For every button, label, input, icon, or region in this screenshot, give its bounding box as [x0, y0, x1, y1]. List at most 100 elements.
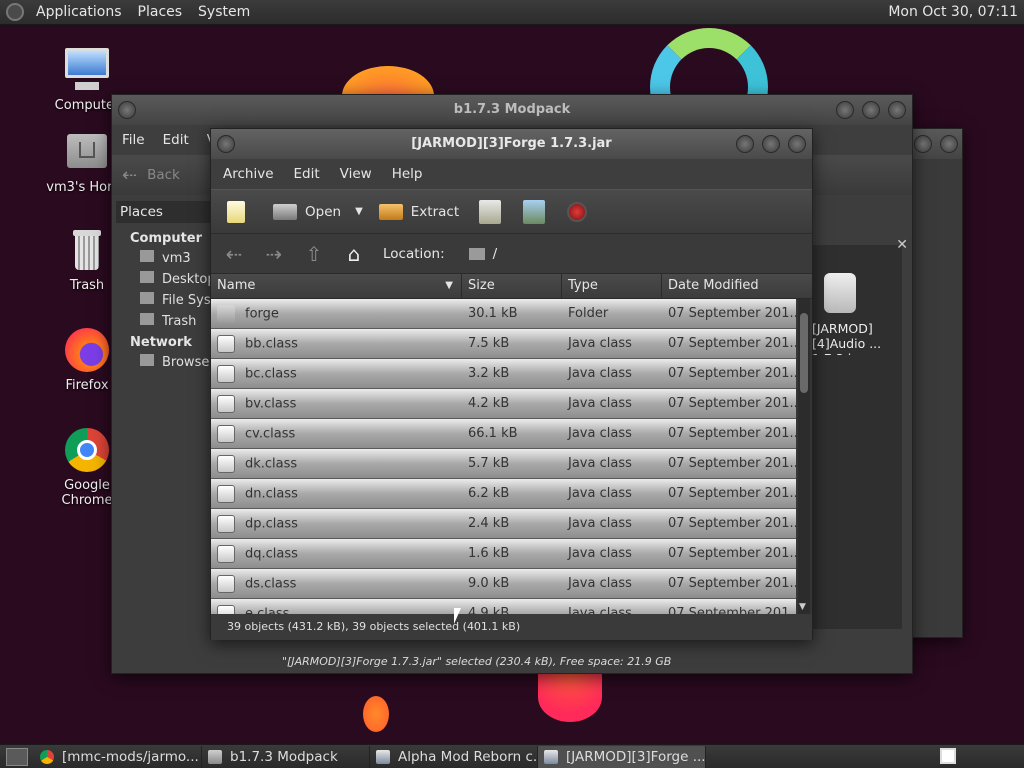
show-desktop-icon[interactable]	[6, 747, 28, 766]
table-row[interactable]: bb.class 7.5 kB Java class 07 September 201…	[211, 329, 796, 359]
java-class-file-icon	[217, 424, 235, 443]
scrollbar-thumb[interactable]	[800, 313, 808, 393]
chrome-icon	[63, 426, 111, 474]
applications-menu[interactable]: Applications	[36, 4, 122, 20]
minimize-icon[interactable]	[736, 135, 754, 153]
cell-name: dn.class	[211, 484, 462, 503]
back-arrow-icon[interactable]: ⇠	[223, 242, 245, 266]
window-menu-icon[interactable]	[118, 101, 136, 119]
jar-file-icon[interactable]	[824, 273, 856, 313]
forward-arrow-icon[interactable]: ⇢	[263, 242, 285, 266]
computer-icon	[63, 46, 111, 94]
table-row[interactable]: dq.class 1.6 kB Java class 07 September 201…	[211, 539, 796, 569]
taskbar-item[interactable]: b1.7.3 Modpack	[202, 745, 370, 768]
clock[interactable]: Mon Oct 30, 07:11	[888, 4, 1018, 20]
menu-help[interactable]: Help	[392, 166, 423, 182]
sidebar-item-trash[interactable]: Trash	[116, 313, 212, 329]
close-pane-icon[interactable]: ✕	[896, 237, 908, 253]
scroll-down-icon[interactable]: ▼	[799, 602, 806, 612]
drive-icon	[140, 292, 154, 304]
cell-date: 07 September 201...	[668, 366, 796, 381]
back-button[interactable]: Back	[147, 167, 180, 183]
system-logo-icon[interactable]	[6, 3, 24, 21]
firefox-icon	[63, 326, 111, 374]
sidebar-item-desktop[interactable]: Desktop	[116, 271, 212, 287]
add-files-button[interactable]	[475, 196, 513, 228]
file-roller-icon	[376, 749, 390, 764]
menu-view[interactable]: View	[340, 166, 372, 182]
file-manager-titlebar[interactable]: b1.7.3 Modpack	[112, 95, 912, 125]
column-type[interactable]: Type	[562, 273, 662, 299]
new-archive-button[interactable]	[223, 196, 257, 228]
chrome-icon	[40, 749, 54, 764]
java-class-file-icon	[217, 544, 235, 563]
close-icon[interactable]	[888, 101, 906, 119]
open-button[interactable]: Open	[269, 196, 345, 228]
vertical-scrollbar[interactable]: ▼	[798, 299, 810, 614]
file-roller-icon	[544, 749, 558, 764]
back-arrow-icon[interactable]: ⇠	[122, 165, 137, 186]
table-row[interactable]: dk.class 5.7 kB Java class 07 September 201…	[211, 449, 796, 479]
up-arrow-icon[interactable]: ⇧	[303, 242, 325, 266]
add-files-icon	[479, 199, 502, 224]
maximize-icon[interactable]	[762, 135, 780, 153]
archive-manager-window[interactable]: [JARMOD][3]Forge 1.7.3.jar Archive Edit …	[210, 128, 813, 640]
sidebar-item-vm3[interactable]: vm3	[116, 250, 212, 266]
table-row[interactable]: dp.class 2.4 kB Java class 07 September 201…	[211, 509, 796, 539]
table-row[interactable]: ds.class 9.0 kB Java class 07 September 201…	[211, 569, 796, 599]
sidebar-item-browse-network[interactable]: Browse Network	[116, 354, 212, 370]
taskbar-item[interactable]: [mmc-mods/jarmo...	[34, 745, 202, 768]
file-list: forge 30.1 kB Folder 07 September 201... bb.…	[211, 299, 812, 614]
stop-button[interactable]	[563, 196, 599, 228]
menu-edit[interactable]: Edit	[163, 132, 189, 148]
window-titlebar[interactable]	[906, 129, 962, 159]
table-row[interactable]: forge 30.1 kB Folder 07 September 201...	[211, 299, 796, 329]
places-menu[interactable]: Places	[138, 4, 183, 20]
minimize-icon[interactable]	[836, 101, 854, 119]
add-folder-button[interactable]	[519, 196, 557, 228]
table-row[interactable]: e.class 4.9 kB Java class 07 September 201.…	[211, 599, 796, 614]
network-icon	[140, 354, 154, 366]
cell-size: 7.5 kB	[468, 336, 510, 351]
open-dropdown-button[interactable]: ▼	[351, 196, 367, 228]
cell-type: Java class	[568, 366, 632, 381]
extract-button[interactable]: Extract	[375, 196, 463, 228]
window-control-icon[interactable]	[914, 135, 932, 153]
column-name[interactable]: Name ▼	[211, 273, 462, 299]
home-icon[interactable]: ⌂	[343, 242, 365, 266]
places-dropdown[interactable]: Places	[116, 201, 212, 223]
table-row[interactable]: bc.class 3.2 kB Java class 07 September 201…	[211, 359, 796, 389]
window-menu-icon[interactable]	[217, 135, 235, 153]
add-folder-icon	[523, 199, 546, 224]
column-date-modified[interactable]: Date Modified	[662, 273, 796, 299]
cell-name: forge	[211, 304, 462, 323]
taskbar-item[interactable]: Alpha Mod Reborn c...	[370, 745, 538, 768]
table-row[interactable]: bv.class 4.2 kB Java class 07 September 201…	[211, 389, 796, 419]
taskbar-item[interactable]: [JARMOD][3]Forge ...	[538, 745, 706, 768]
close-icon[interactable]	[788, 135, 806, 153]
sidebar-item-file-system[interactable]: File System	[116, 292, 212, 308]
workspace-switcher-icon[interactable]	[940, 748, 956, 764]
background-window-2[interactable]	[905, 128, 963, 638]
java-class-file-icon	[217, 604, 235, 614]
table-row[interactable]: dn.class 6.2 kB Java class 07 September 201…	[211, 479, 796, 509]
cell-type: Java class	[568, 426, 632, 441]
archive-titlebar[interactable]: [JARMOD][3]Forge 1.7.3.jar	[211, 129, 812, 159]
file-view-area: [JARMOD][4]Audio ... 1.7.3.jar	[812, 245, 902, 629]
column-size[interactable]: Size	[462, 273, 562, 299]
menu-edit[interactable]: Edit	[294, 166, 320, 182]
table-row[interactable]: cv.class 66.1 kB Java class 07 September 20…	[211, 419, 796, 449]
maximize-icon[interactable]	[862, 101, 880, 119]
cell-type: Java class	[568, 606, 632, 614]
location-path[interactable]: /	[468, 246, 497, 262]
system-menu[interactable]: System	[198, 4, 250, 20]
cell-date: 07 September 201...	[668, 336, 796, 351]
jar-file-label[interactable]: [JARMOD][4]Audio ... 1.7.3.jar	[812, 321, 900, 355]
window-control-icon[interactable]	[940, 135, 958, 153]
menu-file[interactable]: File	[122, 132, 145, 148]
menu-archive[interactable]: Archive	[223, 166, 274, 182]
cell-type: Java class	[568, 486, 632, 501]
cell-size: 30.1 kB	[468, 306, 518, 321]
cell-type: Java class	[568, 516, 632, 531]
sidebar-header-network: Network	[130, 335, 192, 350]
